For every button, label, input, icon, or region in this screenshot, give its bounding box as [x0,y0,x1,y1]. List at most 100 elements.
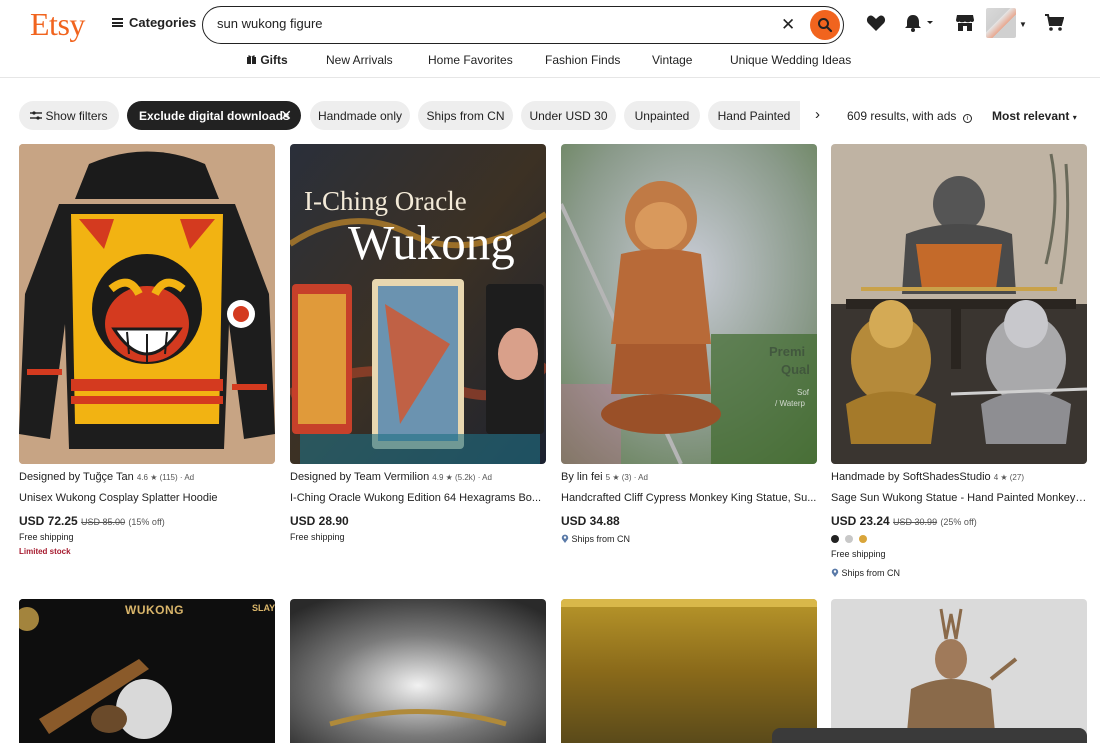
rating: 5 ★ (3) · Ad [605,473,648,482]
menu-icon [112,18,123,27]
category-nav: Gifts New Arrivals Home Favorites Fashio… [0,48,1100,78]
shipping-info: Free shipping [831,549,886,559]
sort-label: Most relevant [992,109,1070,123]
discount: (25% off) [940,517,977,527]
results-count: 609 results, with ads i [847,109,972,123]
chip-ships-from-cn[interactable]: Ships from CN [418,101,513,130]
nav-gifts[interactable]: Gifts [246,53,288,67]
product-card[interactable]: I-Ching Oracle Wukong Designed by Team V… [290,144,546,564]
image-text-line2: Qual [781,362,810,377]
image-text-wukong: WUKONG [125,603,184,617]
shop-name[interactable]: SoftShadesStudio [903,471,991,483]
image-text-line1: Premi [769,344,806,359]
shop-name[interactable]: Team Vermilion [354,471,429,483]
product-card[interactable]: Premi Qual Sof / Waterp By lin fei 5 ★ (… [561,144,817,564]
original-price: USD 30.99 [893,517,938,527]
heart-icon[interactable] [866,14,886,32]
search-input[interactable] [217,16,757,31]
location-pin-icon [831,568,839,577]
product-card[interactable]: Handmade by SoftShadesStudio 4 ★ (27) Sa… [831,144,1087,584]
search-button[interactable] [810,10,840,40]
chevron-right-icon[interactable]: › [815,106,820,123]
shop-info: Handmade by SoftShadesStudio 4 ★ (27) [831,471,1024,483]
shipping-info: Free shipping [290,532,345,542]
nav-label: Gifts [260,53,288,67]
image-text-line1: I-Ching Oracle [304,186,467,216]
etsy-logo[interactable]: Etsy [30,6,85,43]
chip-exclude-digital[interactable]: Exclude digital downloads ✕ [127,101,301,130]
ships-from-label: Ships from CN [571,534,631,544]
sale-price: USD 34.88 [561,514,620,528]
chip-unpainted[interactable]: Unpainted [624,101,700,130]
shop-info: Designed by Team Vermilion 4.9 ★ (5.2k) … [290,471,492,483]
location-pin-icon [561,534,569,543]
chevron-down-icon: ▾ [1072,113,1077,122]
chip-handmade-only[interactable]: Handmade only [310,101,410,130]
filter-icon [30,110,43,120]
product-image-wukong-figure[interactable]: WUKONG SLAYS [19,599,275,743]
categories-button[interactable]: Categories [112,15,196,30]
nav-new-arrivals[interactable]: New Arrivals [326,53,393,67]
product-image-bracelet[interactable] [290,599,546,743]
chip-hand-painted[interactable]: Hand Painted [708,101,800,130]
shop-name[interactable]: lin fei [577,471,603,483]
product-title[interactable]: I-Ching Oracle Wukong Edition 64 Hexagra… [290,492,546,504]
search-icon [818,18,833,33]
sale-price: USD 23.24 [831,514,890,528]
close-icon[interactable]: ✕ [781,15,795,35]
shop-icon[interactable] [955,14,975,32]
image-text-line4: / Waterp [775,399,805,408]
info-icon[interactable]: i [962,114,972,123]
color-swatch-gold[interactable] [859,535,867,543]
gift-icon [247,55,256,64]
nav-vintage[interactable]: Vintage [652,53,692,67]
shop-info: By lin fei 5 ★ (3) · Ad [561,471,648,483]
product-card[interactable]: Designed by Tuğçe Tan 4.6 ★ (115) · Ad U… [19,144,275,564]
shop-prefix: Handmade by [831,471,900,483]
avatar[interactable] [986,8,1016,38]
product-image-gold-item[interactable] [561,599,817,743]
sort-dropdown[interactable]: Most relevant ▾ [992,109,1077,123]
nav-fashion-finds[interactable]: Fashion Finds [545,53,620,67]
categories-label: Categories [129,15,197,30]
product-image-oracle-cards[interactable]: I-Ching Oracle Wukong [290,144,546,464]
ships-from: Ships from CN [561,534,630,544]
bell-icon[interactable] [904,14,936,32]
sale-price: USD 72.25 [19,514,78,528]
shop-info: Designed by Tuğçe Tan 4.6 ★ (115) · Ad [19,471,194,483]
product-image-hoodie[interactable] [19,144,275,464]
color-swatch-black[interactable] [831,535,839,543]
close-icon[interactable]: ✕ [280,107,292,124]
sale-price: USD 28.90 [290,514,349,528]
price: USD 23.24 USD 30.99 (25% off) [831,514,977,528]
product-image-demon-statue[interactable] [831,599,1087,743]
cart-icon[interactable] [1044,14,1064,32]
product-image-sage-statue[interactable] [831,144,1087,464]
nav-home-favorites[interactable]: Home Favorites [428,53,513,67]
color-swatch-silver[interactable] [845,535,853,543]
show-filters-label: Show filters [45,108,108,123]
ships-from-label: Ships from CN [841,568,901,578]
image-text-slays: SLAYS [252,603,275,613]
price: USD 72.25 USD 85.00 (15% off) [19,514,165,528]
product-title[interactable]: Handcrafted Cliff Cypress Monkey King St… [561,492,817,504]
chip-under-usd-30[interactable]: Under USD 30 [521,101,616,130]
chip-label: Exclude digital downloads [139,108,290,123]
rating: 4 ★ (27) [993,473,1024,482]
image-text-line2: Wukong [348,215,515,270]
show-filters-button[interactable]: Show filters [19,101,119,130]
filter-bar: Show filters Exclude digital downloads ✕… [0,101,1100,131]
shop-name[interactable]: Tuğçe Tan [83,471,134,483]
price: USD 28.90 [290,514,349,528]
shop-prefix: By [561,471,574,483]
product-title[interactable]: Sage Sun Wukong Statue - Hand Painted Mo… [831,492,1087,504]
shipping-info: Free shipping [19,532,74,542]
image-text-line3: Sof [797,388,810,397]
product-title[interactable]: Unisex Wukong Cosplay Splatter Hoodie [19,492,275,504]
floating-toast [772,728,1087,743]
discount: (15% off) [128,517,165,527]
nav-unique-wedding-ideas[interactable]: Unique Wedding Ideas [730,53,851,67]
chevron-down-icon[interactable]: ▼ [1019,20,1027,29]
product-image-cypress-statue[interactable]: Premi Qual Sof / Waterp [561,144,817,464]
price: USD 34.88 [561,514,620,528]
